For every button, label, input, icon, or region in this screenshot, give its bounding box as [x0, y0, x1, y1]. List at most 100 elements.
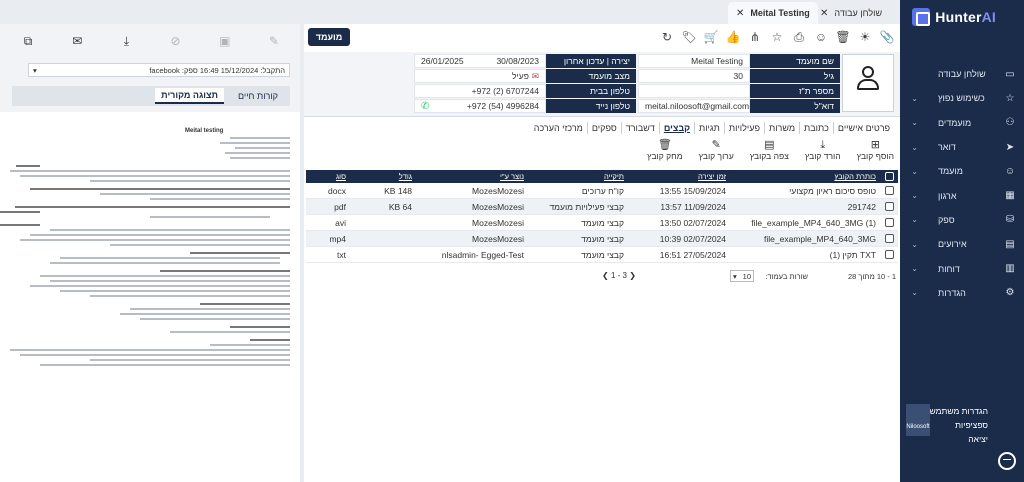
cv-source-select[interactable]: התקבל: 15/12/2024 16:49 ספק: facebook ▾ [28, 63, 290, 77]
row-checkbox[interactable] [880, 186, 898, 195]
sidebar-item-settings[interactable]: ⚙ הגדרות ⌄ [900, 281, 1024, 305]
sidebar-item-reports[interactable]: ▥ דוחות ⌄ [900, 256, 1024, 280]
brand-logo[interactable]: HunterAI [912, 6, 996, 28]
table-row[interactable]: 291742 11/09/2024 13:57 קבצי פעילויות מו… [306, 199, 898, 215]
table-row[interactable]: TXT תקין (1) 27/05/2024 16:51 קבצי מועמד… [306, 247, 898, 263]
close-icon[interactable]: ✕ [736, 8, 744, 19]
view-file-label: צפה בקובץ [749, 151, 789, 161]
prev-page-icon[interactable]: ❮ [602, 271, 609, 280]
delete-file-label: מחק קובץ [647, 151, 683, 161]
chat-icon[interactable] [998, 452, 1016, 470]
col-date[interactable]: זמן יצירה [628, 172, 730, 181]
edit-file-button[interactable]: ✎ ערוך קובץ [699, 139, 734, 165]
mail-icon[interactable]: ✉ [69, 34, 85, 48]
view-file-button[interactable]: ▤ צפה בקובץ [750, 139, 789, 165]
tab-jobs[interactable]: משרות [763, 122, 799, 134]
tab-assessment[interactable]: מרכזי הערכה [530, 122, 587, 134]
sidebar-item-mail[interactable]: ➤ דואר ⌄ [900, 135, 1024, 159]
cell-created-by: MozesMozesi [472, 201, 524, 212]
tab-cv[interactable]: קורות חיים [232, 89, 284, 103]
preview-toolbar: ⧉ ✉ ⤓ ⊘ ▣ ✎ [20, 32, 282, 50]
people-icon[interactable]: ☺ [814, 30, 828, 44]
tag-icon[interactable]: 🏷 [681, 30, 696, 44]
cell-date: 02/07/2024 13:50 [659, 217, 726, 228]
add-file-button[interactable]: ⊞ הוסף קובץ [857, 139, 894, 165]
tab-suppliers[interactable]: ספקים [586, 122, 621, 134]
delete-file-button[interactable]: 🗑 מחק קובץ [647, 139, 682, 165]
row-checkbox[interactable] [880, 202, 898, 211]
close-icon[interactable]: ✕ [820, 8, 828, 19]
print-icon[interactable]: ⎙ [792, 30, 806, 44]
cell-type: docx [328, 185, 346, 196]
name-row: שם מועמד Meital Testing [638, 54, 840, 68]
copy-icon[interactable]: ⧉ [20, 34, 36, 49]
table-row[interactable]: טופס סיכום ראיון מקצועי 15/09/2024 13:55… [306, 183, 898, 199]
star-icon[interactable]: ☆ [770, 30, 784, 44]
email-value[interactable]: meital.niloosoft@gmail.com [638, 99, 750, 113]
undo-icon[interactable]: ↻ [660, 30, 674, 44]
download-file-button[interactable]: ⤓ הורד קובץ [805, 139, 841, 165]
email-row: דוא"ל meital.niloosoft@gmail.com [638, 99, 840, 113]
cell-date: 27/05/2024 16:51 [659, 249, 726, 260]
col-folder[interactable]: תיקייה [528, 172, 628, 181]
sidebar-item-candidate[interactable]: ☺ מועמד ⌄ [900, 159, 1024, 183]
paperclip-icon[interactable]: 📎 [880, 30, 895, 44]
id-row: מספר ת"ז [638, 84, 840, 98]
col-name[interactable]: כותרת הקובץ [730, 172, 880, 181]
cart-icon[interactable]: 🛒 [704, 30, 719, 44]
row-checkbox[interactable] [880, 218, 898, 227]
per-page-value: 10 [742, 271, 751, 281]
cell-folder: קו"ח ערוכים [581, 185, 624, 196]
report-icon: ▥ [1005, 263, 1015, 275]
col-type[interactable]: סוג [306, 172, 360, 181]
next-page-icon[interactable]: ❯ [629, 271, 636, 280]
thumb-up-icon[interactable]: 👍 [726, 30, 741, 44]
sidebar-item-label: מועמד [938, 166, 963, 177]
sidebar-item-events[interactable]: ▤ אירועים ⌄ [900, 232, 1024, 256]
download-icon[interactable]: ⤓ [118, 34, 134, 49]
created-date: 30/08/2023 [496, 56, 539, 66]
tab-address[interactable]: כתובת [799, 122, 833, 134]
row-checkbox[interactable] [880, 250, 898, 259]
table-row[interactable]: file_example_MP4_640_3MG 02/07/2024 10:3… [306, 231, 898, 247]
tab-files[interactable]: קבצים [658, 122, 694, 134]
per-page-select[interactable]: 10 ▾ [730, 270, 754, 282]
niloosoft-logo: Niloosoft [906, 404, 930, 436]
candidate-subtabs: פרטים אישיים כתובת משרות פעילויות תגיות … [530, 120, 894, 136]
sidebar-item-supplier[interactable]: ⛁ ספק ⌄ [900, 208, 1024, 232]
sidebar-item-frequent[interactable]: ☆ כשימוש נפוץ ⌄ [900, 86, 1024, 110]
tab-candidate[interactable]: Meital Testing ✕ [728, 2, 818, 24]
email-label: דוא"ל [750, 99, 840, 113]
sidebar-item-candidates[interactable]: ⚇ מועמדים ⌄ [900, 111, 1024, 135]
cell-folder: קבצי מועמד [581, 233, 624, 244]
tab-activities[interactable]: פעילויות [723, 122, 764, 134]
status-row: מצב מועמד ✉ פעיל [414, 69, 636, 83]
col-created-by[interactable]: נוצר ע"י [416, 172, 528, 181]
network-icon[interactable]: ⋔ [748, 30, 762, 44]
sidebar-item-desk[interactable]: ▭ שולחן עבודה [900, 62, 1024, 86]
candidate-button[interactable]: מועמד [308, 28, 350, 46]
lightbulb-icon[interactable]: ☀ [858, 30, 872, 44]
table-row[interactable]: file_example_MP4_640_3MG (1) 02/07/2024 … [306, 215, 898, 231]
trash-icon[interactable]: 🗑 [835, 30, 850, 44]
select-all-checkbox[interactable] [880, 172, 898, 181]
col-size[interactable]: גודל [360, 172, 416, 181]
tab-dashboard[interactable]: דשבורד [620, 122, 659, 134]
tab-original-view[interactable]: תצוגה מקורית [155, 88, 224, 104]
edit-icon[interactable]: ✎ [266, 34, 282, 48]
tab-personal[interactable]: פרטים אישיים [832, 122, 894, 134]
row-checkbox[interactable] [880, 234, 898, 243]
tab-desk[interactable]: שולחן עבודה ✕ [812, 2, 890, 24]
edit-icon: ✎ [711, 139, 721, 151]
chevron-down-icon: ⌄ [911, 166, 918, 176]
cell-type: avi [335, 217, 346, 228]
whatsapp-icon[interactable]: ✆ [421, 101, 429, 112]
chevron-down-icon: ▾ [733, 271, 737, 281]
save-icon[interactable]: ▣ [217, 34, 233, 48]
tab-tags[interactable]: תגיות [693, 122, 724, 134]
file-add-icon: ⊞ [870, 139, 880, 151]
sidebar-item-org[interactable]: ▦ ארגון ⌄ [900, 183, 1024, 207]
avatar[interactable] [842, 54, 894, 112]
cv-preview-pane: ⧉ ✉ ⤓ ⊘ ▣ ✎ התקבל: 15/12/2024 16:49 ספק:… [0, 24, 300, 482]
block-icon[interactable]: ⊘ [168, 34, 184, 48]
